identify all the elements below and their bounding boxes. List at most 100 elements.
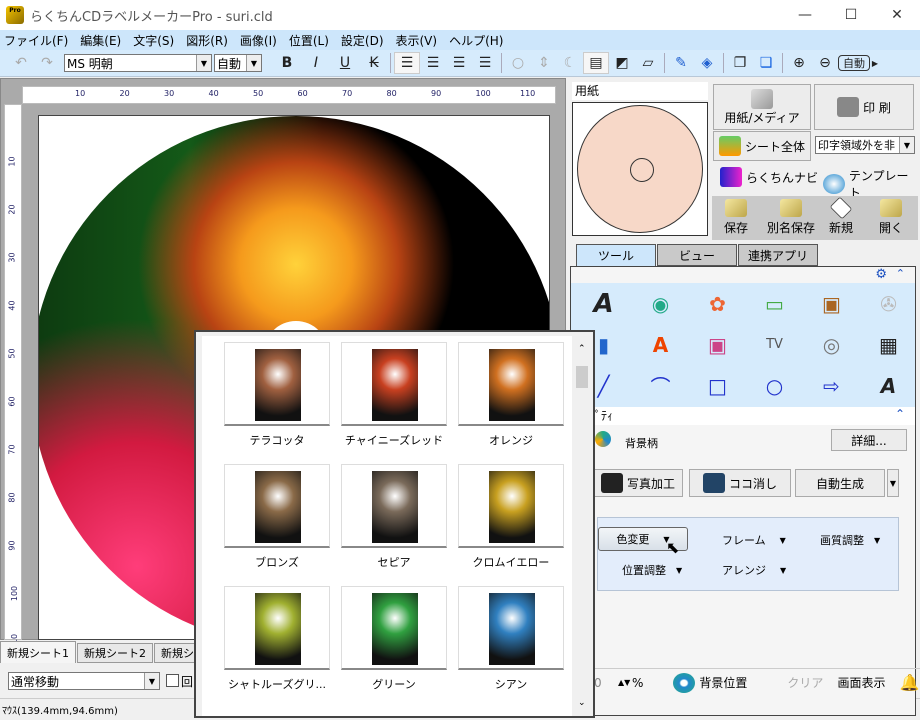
menu-edit[interactable]: 編集(E) <box>80 32 121 49</box>
bold-button[interactable]: B <box>274 52 300 74</box>
textbox-tool-icon[interactable]: A <box>860 365 917 406</box>
quality-button[interactable]: 画質調整 ▼ <box>820 532 880 548</box>
scroll-up-icon[interactable]: ⌃ <box>578 344 586 354</box>
color-preset-item[interactable]: シャトルーズグリ... <box>224 586 330 702</box>
film-reel-icon[interactable]: ✇ <box>860 283 917 324</box>
detail-button[interactable]: 詳細... <box>831 429 907 451</box>
color-preset-item[interactable]: セピア <box>341 464 447 580</box>
pen-color-icon[interactable]: ✎ <box>668 52 694 74</box>
underline-button[interactable]: U <box>332 52 358 74</box>
collapse-icon[interactable]: ⌃ <box>896 267 905 280</box>
font-select[interactable]: MS 明朝 ▼ <box>64 54 212 72</box>
color-preset-item[interactable]: チャイニーズレッド <box>341 342 447 458</box>
ellipse-tool-icon[interactable]: ○ <box>746 365 803 406</box>
rectangle-tool-icon[interactable]: □ <box>689 365 746 406</box>
auto-generate-button[interactable]: 自動生成 <box>795 469 885 497</box>
menu-help[interactable]: ヘルプ(H) <box>449 32 503 49</box>
color-preset-item[interactable]: クロムイエロー <box>458 464 564 580</box>
maximize-button[interactable]: ☐ <box>828 0 874 30</box>
font-size-select[interactable]: 自動 ▼ <box>214 54 262 72</box>
menu-text[interactable]: 文字(S) <box>133 32 174 49</box>
erase-button[interactable]: ココ消し <box>689 469 791 497</box>
undo-icon[interactable]: ↶ <box>8 52 34 74</box>
clear-button[interactable]: クリア <box>787 674 823 691</box>
text-normal-icon[interactable]: ▤ <box>583 52 609 74</box>
zoom-out-icon[interactable]: ⊖ <box>812 52 838 74</box>
toolbar-overflow-icon[interactable]: ▶ <box>870 52 880 74</box>
align-center-icon[interactable]: ☰ <box>420 52 446 74</box>
photo-frame-icon[interactable]: ▣ <box>803 283 860 324</box>
rainbow-text-icon[interactable]: A <box>632 324 689 365</box>
menu-shape[interactable]: 図形(R) <box>186 32 228 49</box>
disc-image-tool-icon[interactable]: ◉ <box>632 283 689 324</box>
bring-front-icon[interactable]: ❐ <box>727 52 753 74</box>
arc-text-icon[interactable]: ☾ <box>557 52 583 74</box>
move-mode-select[interactable]: 通常移動 ▼ <box>8 672 160 690</box>
qr-code-icon[interactable]: ▦ <box>860 324 917 365</box>
arrow-tool-icon[interactable]: ⇨ <box>803 365 860 406</box>
auto-generate-dropdown[interactable]: ▼ <box>887 469 899 497</box>
sheet-all-button[interactable]: シート全体 <box>713 131 811 161</box>
minimize-button[interactable]: — <box>782 0 828 30</box>
color-preset-item[interactable]: テラコッタ <box>224 342 330 458</box>
print-button[interactable]: 印 刷 <box>814 84 914 130</box>
italic-button[interactable]: I <box>303 52 329 74</box>
text-slant-right-icon[interactable]: ▱ <box>635 52 661 74</box>
new-button[interactable]: 新規 <box>816 196 866 240</box>
sheet-tab-2[interactable]: 新規シート2 <box>77 643 153 663</box>
frame-button[interactable]: フレーム ▼ <box>722 532 786 548</box>
zoom-auto-button[interactable]: 自動 <box>838 55 870 71</box>
scroll-down-icon[interactable]: ⌄ <box>578 698 586 708</box>
redo-icon[interactable]: ↷ <box>34 52 60 74</box>
send-back-icon[interactable]: ❏ <box>753 52 779 74</box>
save-as-button[interactable]: 別名保存 <box>763 196 819 240</box>
scroll-thumb[interactable] <box>576 366 588 388</box>
spinner-icon[interactable]: ▲▼ <box>618 678 630 687</box>
strikethrough-button[interactable]: K <box>361 52 387 74</box>
collapse-icon[interactable]: ⌃ <box>895 407 905 421</box>
open-button[interactable]: 開く <box>866 196 916 240</box>
tab-linked-apps[interactable]: 連携アプリ <box>738 244 818 266</box>
photo-edit-button[interactable]: 写真加工 <box>593 469 683 497</box>
close-button[interactable]: ✕ <box>874 0 920 30</box>
gear-icon[interactable]: ⚙ <box>875 267 887 282</box>
save-button[interactable]: 保存 <box>711 196 761 240</box>
print-area-select[interactable]: 印字領域外を非 ▼ <box>815 136 915 154</box>
arc-tool-icon[interactable]: ⌒ <box>632 365 689 406</box>
fill-color-icon[interactable]: ◈ <box>694 52 720 74</box>
color-preset-item[interactable]: グリーン <box>341 586 447 702</box>
circle-text-icon[interactable]: ○ <box>505 52 531 74</box>
sheet-tab-1[interactable]: 新規シート1 <box>0 641 76 663</box>
zoom-in-icon[interactable]: ⊕ <box>786 52 812 74</box>
align-left-icon[interactable]: ☰ <box>394 52 420 74</box>
arrange-button[interactable]: アレンジ ▼ <box>722 562 786 578</box>
rakuchin-navi-button[interactable]: らくちんナビ <box>720 167 818 187</box>
vertical-spacing-icon[interactable]: ⇕ <box>531 52 557 74</box>
align-justify-icon[interactable]: ☰ <box>472 52 498 74</box>
tab-view[interactable]: ビュー <box>657 244 737 266</box>
bg-position-button[interactable]: 背景位置 <box>699 674 747 691</box>
position-adjust-button[interactable]: 位置調整 ▼ <box>622 562 682 578</box>
tv-wifi-icon[interactable]: TV <box>746 324 803 365</box>
camera-monitor-icon[interactable]: ▣ <box>689 324 746 365</box>
menu-file[interactable]: ファイル(F) <box>4 32 68 49</box>
bell-icon[interactable]: 🔔 <box>899 673 919 692</box>
text-slant-left-icon[interactable]: ◩ <box>609 52 635 74</box>
color-preset-item[interactable]: ブロンズ <box>224 464 330 580</box>
menu-settings[interactable]: 設定(D) <box>341 32 384 49</box>
color-preset-item[interactable]: シアン <box>458 586 564 702</box>
rotate-checkbox[interactable] <box>166 674 179 687</box>
tab-tools[interactable]: ツール <box>576 244 656 267</box>
text-tool-icon[interactable]: A <box>575 283 632 324</box>
percent-input[interactable]: 0 <box>594 676 618 690</box>
popup-scrollbar[interactable]: ⌃ ⌄ <box>574 336 591 716</box>
menu-position[interactable]: 位置(L) <box>289 32 329 49</box>
disc-wifi-icon[interactable]: ◎ <box>803 324 860 365</box>
color-preset-item[interactable]: オレンジ <box>458 342 564 458</box>
image-collage-tool-icon[interactable]: ✿ <box>689 283 746 324</box>
screen-display-button[interactable]: 画面表示 <box>837 674 885 691</box>
align-right-icon[interactable]: ☰ <box>446 52 472 74</box>
menu-view[interactable]: 表示(V) <box>396 32 438 49</box>
menu-image[interactable]: 画像(I) <box>240 32 277 49</box>
paper-media-button[interactable]: 用紙/メディア <box>713 84 811 130</box>
